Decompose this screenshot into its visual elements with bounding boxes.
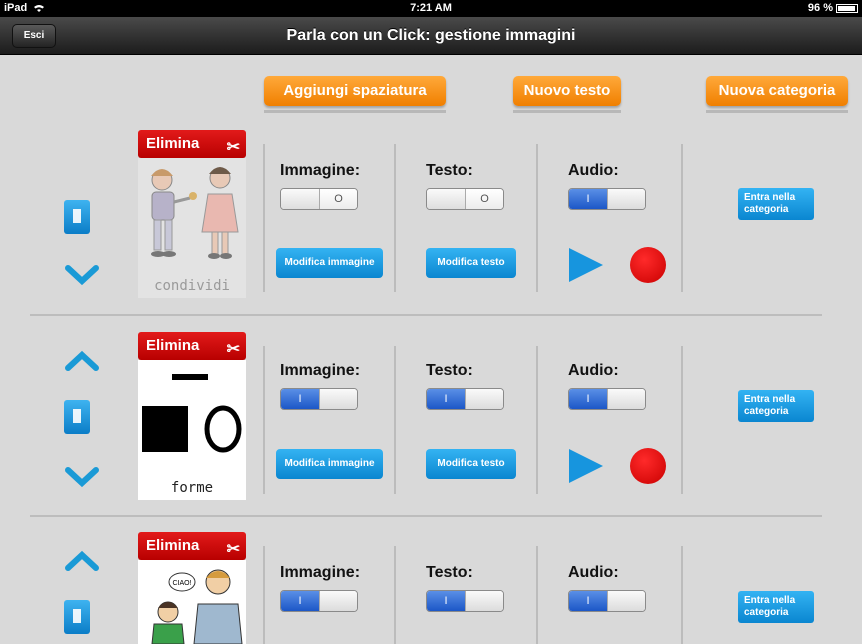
navigation-bar: Esci Parla con un Click: gestione immagi… [0,17,862,55]
speech-bubble-text: CIAO! [172,580,191,587]
image-label: Immagine: [280,362,361,379]
chevron-down-icon[interactable] [64,466,100,488]
card-image: condividi [138,158,246,298]
image-toggle[interactable]: I [280,590,358,612]
add-spacing-button[interactable]: Aggiungi spaziatura [264,76,446,106]
image-label: Immagine: [280,162,361,179]
divider [394,346,396,494]
enter-category-button[interactable]: Entra nella categoria [738,591,814,623]
chevron-up-icon[interactable] [64,550,100,572]
divider [394,144,396,292]
copy-icon[interactable] [64,200,90,234]
text-label: Testo: [426,162,473,179]
page-title: Parla con un Click: gestione immagini [286,27,576,44]
record-icon[interactable] [630,247,666,283]
row-separator [30,515,822,517]
enter-category-button[interactable]: Entra nella categoria [738,188,814,220]
divider [536,346,538,494]
enter-category-button[interactable]: Entra nella categoria [738,390,814,422]
audio-toggle[interactable]: I [568,388,646,410]
image-card: Elimina ✂ CIAO! [138,532,246,644]
audio-label: Audio: [568,162,619,179]
edit-image-button[interactable]: Modifica immagine [276,248,383,278]
status-time: 7:21 AM [410,2,452,14]
new-category-button[interactable]: Nuova categoria [706,76,848,106]
image-row: Elimina ✂ CIAO! Immagine: I Testo: I Aud… [0,532,862,644]
image-card: Elimina ✂ condividi [138,130,246,298]
card-image: CIAO! [138,560,246,644]
shapes-illustration [142,374,242,453]
audio-toggle[interactable]: I [568,188,646,210]
image-label: Immagine: [280,564,361,581]
chevron-down-icon[interactable] [64,264,100,286]
battery-icon [836,3,858,13]
text-toggle[interactable]: I [426,388,504,410]
record-icon[interactable] [630,448,666,484]
status-bar: iPad 7:21 AM 96 % [0,0,862,17]
image-row: Elimina ✂ forme Immagine: I Modifica imm… [0,332,862,532]
button-shadow [706,110,848,113]
delete-button[interactable]: Elimina ✂ [138,332,246,360]
audio-label: Audio: [568,564,619,581]
divider [394,546,396,644]
text-toggle[interactable]: O [426,188,504,210]
greeting-illustration: CIAO! [151,569,243,644]
audio-toggle[interactable]: I [568,590,646,612]
image-toggle[interactable]: I [280,388,358,410]
delete-button[interactable]: Elimina ✂ [138,532,246,560]
divider [263,144,265,292]
divider [263,546,265,644]
divider [681,144,683,292]
text-toggle[interactable]: I [426,590,504,612]
edit-image-button[interactable]: Modifica immagine [276,449,383,479]
copy-icon[interactable] [64,400,90,434]
copy-icon[interactable] [64,600,90,634]
divider [263,346,265,494]
chevron-up-icon[interactable] [64,350,100,372]
edit-text-button[interactable]: Modifica testo [426,449,516,479]
divider [681,346,683,494]
button-shadow [264,110,446,113]
divider [536,546,538,644]
delete-button[interactable]: Elimina ✂ [138,130,246,158]
row-separator [30,314,822,316]
play-icon[interactable] [569,449,603,483]
audio-label: Audio: [568,362,619,379]
edit-text-button[interactable]: Modifica testo [426,248,516,278]
new-text-button[interactable]: Nuovo testo [513,76,621,106]
button-shadow [513,110,621,113]
divider [681,546,683,644]
children-sharing-illustration [151,167,239,259]
text-label: Testo: [426,564,473,581]
divider [536,144,538,292]
text-label: Testo: [426,362,473,379]
image-caption: forme [170,480,214,496]
image-caption: condividi [154,278,230,294]
play-icon[interactable] [569,248,603,282]
image-toggle[interactable]: O [280,188,358,210]
card-image: forme [138,360,246,500]
image-card: Elimina ✂ forme [138,332,246,500]
battery-level: 96 % [807,2,833,14]
image-row: Elimina ✂ condividi Immagine: O Modifica… [0,130,862,330]
